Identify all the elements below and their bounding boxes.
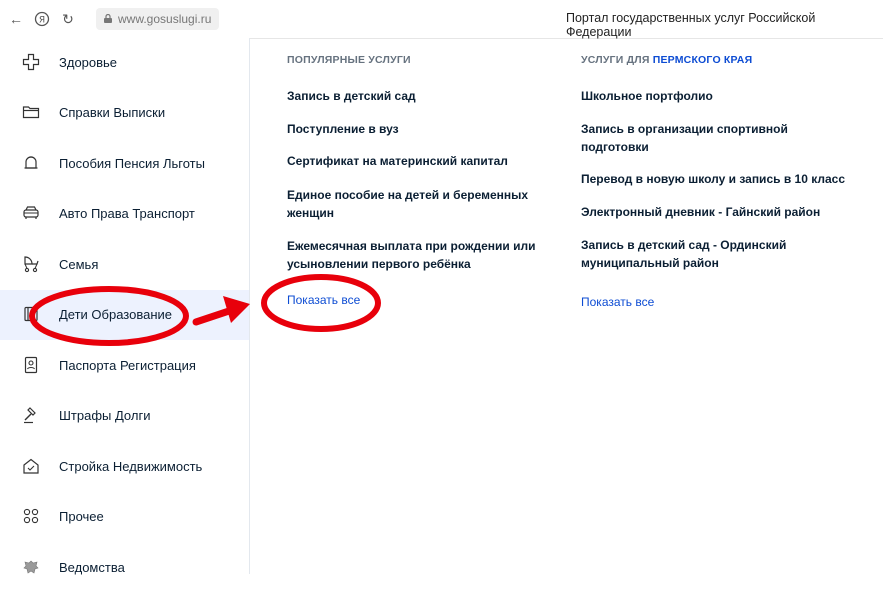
health-cross-icon: [22, 53, 40, 71]
emblem-icon: [23, 560, 39, 574]
regional-services-column: УСЛУГИ ДЛЯ ПЕРМСКОГО КРАЯ: [581, 54, 861, 66]
sidebar-item-passports[interactable]: Паспорта Регистрация: [0, 341, 249, 391]
sidebar-item-fines[interactable]: Штрафы Долги: [0, 391, 249, 441]
passport-icon: [24, 356, 38, 374]
sidebar-item-label: Дети Образование: [59, 307, 173, 322]
stroller-icon: [24, 256, 39, 273]
reload-icon[interactable]: ↻: [60, 11, 76, 27]
house-icon: [23, 458, 39, 474]
svg-text:Я: Я: [39, 16, 45, 26]
service-link[interactable]: Сертификат на материнский капитал: [287, 152, 508, 170]
grid-icon: [23, 508, 39, 524]
regional-show-all-link[interactable]: Показать все: [581, 295, 654, 309]
sidebar-item-label: Стройка Недвижимость: [59, 459, 203, 474]
sidebar-item-label: Справки Выписки: [59, 105, 166, 120]
service-link[interactable]: Школьное портфолио: [581, 87, 713, 105]
sidebar-item-other[interactable]: Прочее: [0, 492, 249, 542]
sidebar-item-label: Пособия Пенсия Льготы: [59, 156, 205, 171]
service-link[interactable]: Единое пособие на детей и беременных жен…: [287, 186, 528, 222]
popular-services-heading: ПОПУЛЯРНЫЕ УСЛУГИ: [287, 54, 411, 66]
sidebar-item-health[interactable]: Здоровье: [0, 38, 249, 88]
bell-icon: [24, 156, 38, 169]
sidebar-item-label: Семья: [59, 257, 99, 272]
sidebar-item-children-education[interactable]: Дети Образование: [0, 290, 249, 340]
browser-toolbar: ← Я ↻ www.gosuslugi.ru Портал государств…: [0, 0, 883, 39]
gavel-icon: [24, 407, 36, 424]
sidebar-item-label: Здоровье: [59, 55, 118, 70]
url-text: www.gosuslugi.ru: [118, 12, 212, 26]
popular-show-all-link[interactable]: Показать все: [287, 293, 360, 307]
service-link[interactable]: Ежемесячная выплата при рождении или усы…: [287, 237, 536, 273]
service-link[interactable]: Поступление в вуз: [287, 120, 399, 138]
regional-services-heading: УСЛУГИ ДЛЯ ПЕРМСКОГО КРАЯ: [581, 54, 753, 66]
sidebar-item-benefits[interactable]: Пособия Пенсия Льготы: [0, 139, 249, 189]
sidebar-item-family[interactable]: Семья: [0, 240, 249, 290]
address-bar[interactable]: www.gosuslugi.ru: [96, 8, 220, 30]
car-icon: [23, 206, 39, 219]
sidebar-item-agencies[interactable]: Ведомства: [0, 543, 249, 593]
service-link[interactable]: Электронный дневник - Гайнский район: [581, 203, 820, 221]
sidebar-item-label: Авто Права Транспорт: [59, 206, 195, 221]
sidebar-item-certificates[interactable]: Справки Выписки: [0, 88, 249, 138]
category-sidebar: Здоровье Справки Выписки Пособия Пенсия …: [0, 38, 250, 575]
sidebar-item-label: Паспорта Регистрация: [59, 358, 196, 373]
lock-icon: [104, 14, 112, 23]
sidebar-item-label: Прочее: [59, 509, 104, 524]
sidebar-item-label: Ведомства: [59, 560, 125, 575]
back-arrow-icon[interactable]: ←: [8, 11, 24, 27]
yandex-icon[interactable]: Я: [34, 11, 50, 27]
region-name[interactable]: ПЕРМСКОГО КРАЯ: [653, 54, 753, 66]
sidebar-item-transport[interactable]: Авто Права Транспорт: [0, 189, 249, 239]
popular-services-column: ПОПУЛЯРНЫЕ УСЛУГИ: [287, 54, 547, 66]
service-link[interactable]: Запись в детский сад - Ординский муницип…: [581, 236, 786, 272]
sidebar-item-label: Штрафы Долги: [59, 408, 151, 423]
service-link[interactable]: Запись в детский сад: [287, 87, 416, 105]
service-link[interactable]: Запись в организации спортивной подготов…: [581, 120, 788, 156]
page-title: Портал государственных услуг Российской …: [566, 11, 816, 39]
book-icon: [24, 306, 38, 322]
folder-icon: [22, 106, 40, 119]
service-link[interactable]: Перевод в новую школу и запись в 10 клас…: [581, 170, 845, 188]
sidebar-item-real-estate[interactable]: Стройка Недвижимость: [0, 442, 249, 492]
